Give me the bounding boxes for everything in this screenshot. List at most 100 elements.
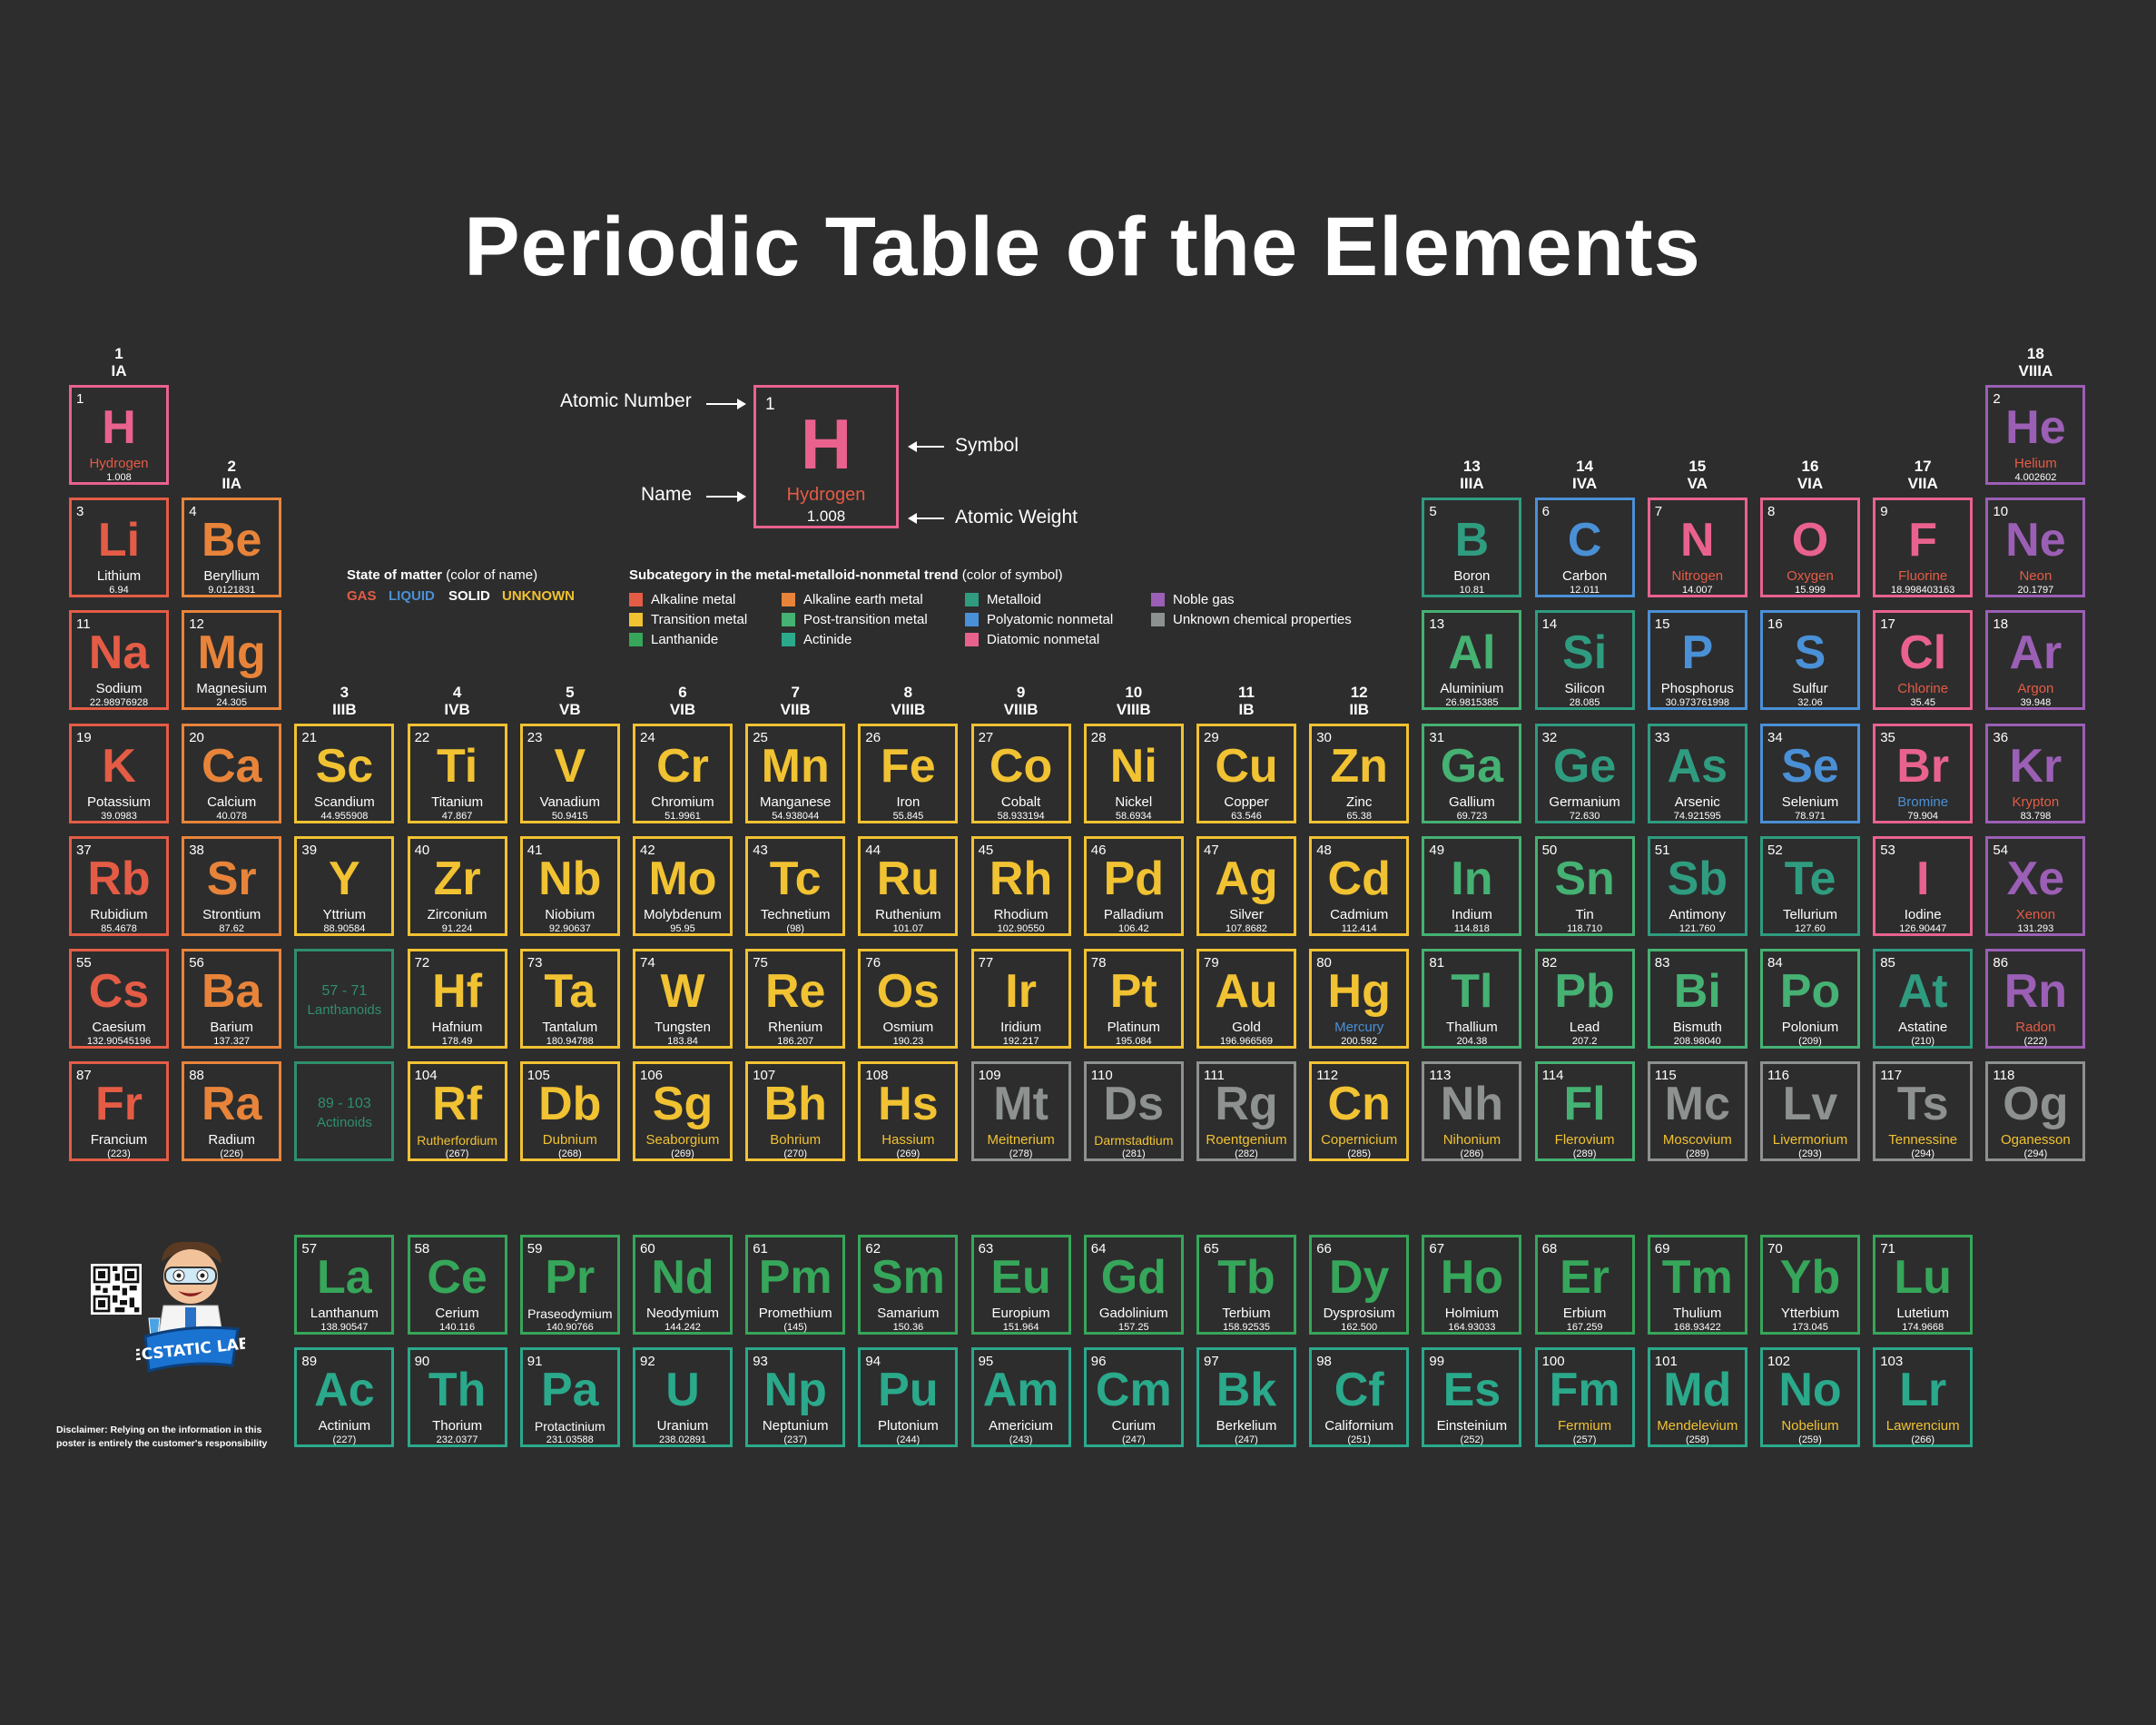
group-header-5: 5 VB [520, 684, 620, 718]
atomic-weight: 28.085 [1569, 697, 1600, 709]
element-cell-fr: 87 Fr Francium (223) [69, 1061, 169, 1162]
element-cell-ta: 73 Ta Tantalum 180.94788 [519, 949, 620, 1049]
atomic-weight: (98) [786, 922, 804, 934]
element-name: Copernicium [1321, 1132, 1398, 1148]
element-cell-al: 13 Al Aluminium 26.9815385 [1422, 610, 1522, 711]
element-cell-nh: 113 Nh Nihonium (286) [1422, 1061, 1522, 1162]
element-cell-ts: 117 Ts Tennessine (294) [1873, 1061, 1974, 1162]
group-roman: VIIIA [2018, 362, 2053, 380]
element-name: Nitrogen [1671, 568, 1724, 585]
element-symbol: Ra [201, 1078, 262, 1131]
atomic-weight: (243) [1009, 1434, 1033, 1446]
atomic-weight: 85.4678 [101, 922, 137, 934]
atomic-weight: (237) [783, 1434, 808, 1446]
atomic-weight: (293) [1798, 1148, 1822, 1160]
legend-swatch [1151, 613, 1165, 626]
atomic-weight: 72.630 [1569, 810, 1600, 822]
group-header-10: 10 VIIIB [1084, 684, 1184, 718]
atomic-weight: 178.49 [441, 1036, 473, 1047]
element-name: Ytterbium [1780, 1306, 1840, 1321]
element-cell-hg: 80 Hg Mercury 200.592 [1309, 949, 1410, 1049]
element-cell-dy: 66 Dy Dysprosium 162.500 [1309, 1235, 1410, 1335]
element-name: Mendelevium [1657, 1418, 1738, 1434]
element-cell-md: 101 Md Mendelevium (258) [1647, 1347, 1747, 1448]
element-name: Ruthenium [875, 906, 941, 922]
element-symbol: Rb [87, 852, 151, 905]
element-symbol: Xe [2006, 852, 2065, 905]
placeholder-label: Actinoids [316, 1115, 372, 1131]
atomic-weight: 91.224 [441, 922, 473, 934]
atomic-weight: 44.955908 [320, 810, 369, 822]
element-name: Technetium [760, 906, 831, 922]
element-symbol: Th [428, 1364, 487, 1417]
element-symbol: Tm [1661, 1251, 1733, 1304]
element-name: Astatine [1898, 1020, 1948, 1035]
group-number: 7 [791, 683, 800, 701]
element-name: Indium [1451, 906, 1492, 922]
atomic-weight: 32.06 [1797, 697, 1823, 709]
arrow-right-icon [706, 491, 746, 502]
element-name: Erbium [1562, 1306, 1607, 1321]
element-symbol: Os [876, 965, 940, 1018]
element-name: Actinium [318, 1418, 371, 1434]
element-name: Oganesson [2001, 1132, 2071, 1148]
element-cell-es: 99 Es Einsteinium (252) [1422, 1347, 1522, 1448]
element-symbol: Mo [648, 852, 717, 905]
element-symbol: Pd [1103, 852, 1165, 905]
element-symbol: Cd [1327, 852, 1391, 905]
atomic-weight: 15.999 [1795, 585, 1826, 596]
element-symbol: Fm [1549, 1364, 1620, 1417]
state-gas-label: GAS [347, 588, 377, 604]
element-name: Thulium [1673, 1306, 1722, 1321]
legend-swatch [965, 593, 979, 606]
atomic-weight: 138.90547 [320, 1322, 369, 1333]
atomic-weight: 18.998403163 [1891, 585, 1955, 596]
atomic-weight: 83.798 [2020, 810, 2052, 822]
atomic-weight: 158.92535 [1223, 1322, 1270, 1333]
element-symbol: Te [1784, 852, 1836, 905]
state-solid-label: SOLID [448, 588, 490, 604]
element-cell-ce: 58 Ce Cerium 140.116 [407, 1235, 507, 1335]
group-header-18: 18 VIIIA [1985, 345, 2085, 380]
atomic-weight: 55.845 [892, 810, 924, 822]
element-symbol: Mn [761, 739, 830, 793]
atomic-weight: 114.818 [1453, 922, 1490, 934]
element-cell-cs: 55 Cs Caesium 132.90545196 [69, 949, 169, 1049]
element-cell-bh: 107 Bh Bohrium (270) [745, 1061, 846, 1162]
element-symbol: Ag [1215, 852, 1278, 905]
element-cell-zr: 40 Zr Zirconium 91.224 [407, 835, 507, 936]
element-name: Palladium [1103, 906, 1164, 922]
element-cell-no: 102 No Nobelium (259) [1760, 1347, 1860, 1448]
element-cell-nd: 60 Nd Neodymium 144.242 [633, 1235, 733, 1335]
element-name: Silicon [1564, 681, 1605, 697]
element-cell-lr: 103 Lr Lawrencium (266) [1873, 1347, 1974, 1448]
element-symbol: Re [764, 965, 826, 1018]
atomic-weight: 14.007 [1681, 585, 1713, 596]
element-cell-hf: 72 Hf Hafnium 178.49 [407, 949, 507, 1049]
element-cell-fm: 100 Fm Fermium (257) [1534, 1347, 1635, 1448]
element-cell-og: 118 Og Oganesson (294) [1985, 1061, 2086, 1162]
group-roman: IIB [1349, 700, 1370, 718]
atomic-weight: (226) [220, 1148, 244, 1160]
element-symbol: Se [1781, 739, 1839, 793]
element-cell-np: 93 Np Neptunium (237) [745, 1347, 846, 1448]
element-name: Osmium [882, 1020, 934, 1035]
element-symbol: Hg [1327, 965, 1391, 1018]
element-symbol: Lu [1894, 1251, 1952, 1304]
element-symbol: N [1680, 514, 1715, 567]
element-name: Moscovium [1662, 1132, 1732, 1148]
atomic-weight: 22.98976928 [89, 697, 149, 709]
element-symbol: Bh [763, 1078, 827, 1131]
element-name: Fermium [1558, 1418, 1612, 1434]
element-name: Lawrencium [1885, 1418, 1960, 1434]
element-name: Meitnerium [987, 1132, 1055, 1148]
group-number: 5 [566, 683, 575, 701]
element-cell-ca: 20 Ca Calcium 40.078 [182, 723, 282, 823]
atomic-weight: (222) [2023, 1036, 2048, 1047]
element-name: Strontium [202, 906, 261, 922]
legend-item-label: Noble gas [1173, 592, 1235, 607]
element-symbol: Db [538, 1078, 602, 1131]
element-cell-pb: 82 Pb Lead 207.2 [1534, 949, 1635, 1049]
element-name: Tantalum [542, 1020, 598, 1035]
element-cell-at: 85 At Astatine (210) [1873, 949, 1974, 1049]
